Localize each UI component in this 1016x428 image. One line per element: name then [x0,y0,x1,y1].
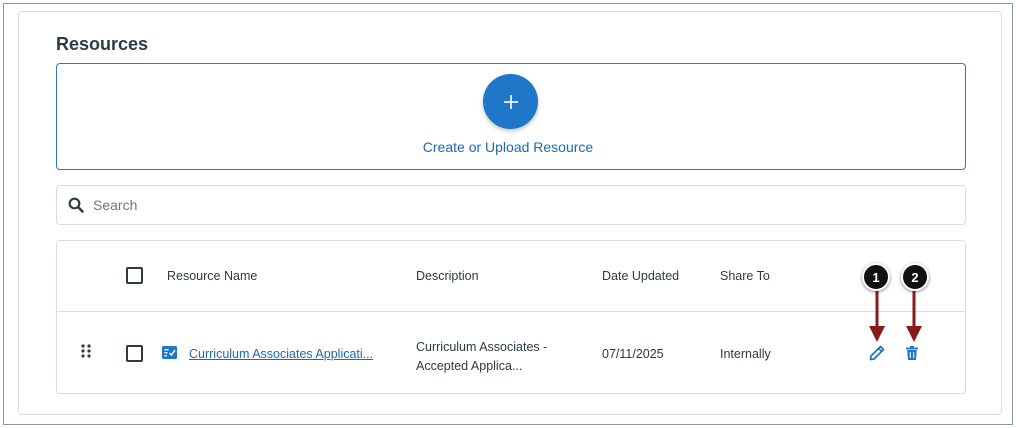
resource-description-line1: Curriculum Associates - [416,340,548,354]
assignment-icon [162,346,177,359]
edit-icon[interactable] [869,345,885,361]
create-upload-resource-label[interactable]: Create or Upload Resource [0,139,1016,155]
section-title: Resources [56,34,149,54]
annotation-arrow-2 [906,288,922,342]
select-all-checkbox[interactable] [126,267,143,284]
annotation-badge-2: 2 [901,263,929,291]
search-input[interactable] [56,185,966,225]
search-icon [68,197,84,213]
plus-icon [503,94,518,109]
resource-description-line2: Accepted Applica... [416,359,523,373]
create-upload-resource-button[interactable] [483,74,538,129]
resource-share-to: Internally [720,347,771,361]
drag-handle-icon[interactable] [80,344,92,358]
column-header-description[interactable]: Description [416,269,479,283]
column-header-resource-name[interactable]: Resource Name [167,269,257,283]
annotation-arrow-1 [869,288,885,342]
column-header-date-updated[interactable]: Date Updated [602,269,679,283]
search-placeholder: Search [93,197,138,213]
trash-icon[interactable] [906,346,918,360]
resource-name-link[interactable]: Curriculum Associates Applicati... [189,347,373,361]
resource-description: Curriculum Associates - Accepted Applica… [416,338,547,376]
resource-date-updated: 07/11/2025 [602,347,664,361]
column-header-share-to[interactable]: Share To [720,269,770,283]
row-checkbox[interactable] [126,345,143,362]
table-header-divider [57,311,965,312]
annotation-badge-1: 1 [862,263,890,291]
